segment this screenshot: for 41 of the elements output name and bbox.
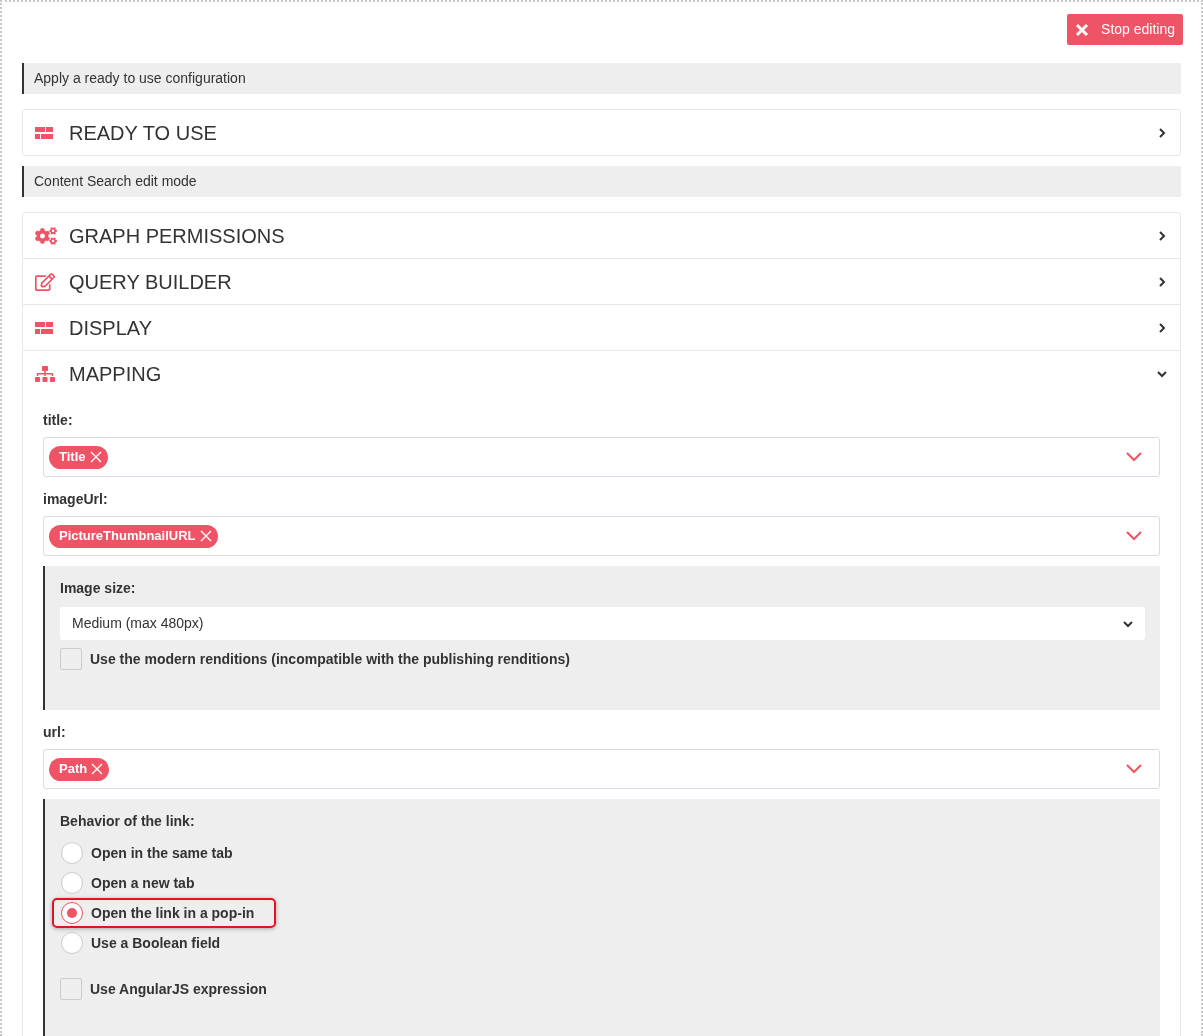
field-label: url:: [43, 723, 67, 742]
grid-icon: [35, 321, 53, 334]
accordion-header[interactable]: DISPLAY: [23, 305, 1180, 350]
field-label: Behavior of the link:: [60, 812, 196, 831]
radio-button[interactable]: [61, 842, 83, 864]
gears-icon: [35, 224, 57, 247]
checkbox[interactable]: [60, 648, 82, 670]
sitemap-icon: [35, 363, 55, 384]
dropdown-icon[interactable]: [1126, 531, 1142, 541]
field-label: imageUrl:: [43, 490, 109, 509]
dropdown-icon[interactable]: [1126, 764, 1142, 774]
checkbox[interactable]: [60, 978, 82, 1000]
radio-label: Open the link in a pop-in: [91, 903, 255, 923]
radio-button[interactable]: [61, 872, 83, 894]
field-label: title:: [43, 411, 74, 430]
remove-icon[interactable]: [89, 451, 102, 463]
close-icon: [1075, 22, 1090, 37]
remove-icon[interactable]: [91, 763, 104, 775]
radio-label: Open a new tab: [91, 873, 195, 893]
section-heading: Content Search edit mode: [22, 166, 1181, 197]
tag: PictureThumbnailURL: [49, 524, 218, 548]
accordion-header[interactable]: READY TO USE: [23, 110, 1180, 155]
dropdown-icon[interactable]: [1126, 452, 1142, 462]
field-label: Image size:: [60, 579, 137, 598]
select-field[interactable]: Medium (max 480px): [60, 607, 1145, 640]
section-heading: Apply a ready to use configuration: [22, 63, 1181, 94]
remove-icon[interactable]: [199, 530, 212, 542]
radio-label: Open in the same tab: [91, 843, 233, 863]
radio-label: Use a Boolean field: [91, 933, 221, 953]
checkbox-label: Use the modern renditions (incompatible with the publishing renditions): [90, 649, 570, 669]
checkbox-label: Use AngularJS expression: [90, 979, 267, 999]
grid-icon: [35, 126, 53, 139]
tag: Path: [49, 757, 110, 781]
accordion-header[interactable]: GRAPH PERMISSIONS: [23, 213, 1180, 258]
radio-button[interactable]: [61, 932, 83, 954]
radio-button[interactable]: [61, 902, 83, 924]
accordion-header[interactable]: QUERY BUILDER: [23, 259, 1180, 304]
accordion-header[interactable]: MAPPING: [23, 351, 1180, 396]
tag: Title: [49, 445, 108, 469]
caret-icon: [1123, 619, 1133, 628]
edit-icon: [35, 271, 55, 292]
